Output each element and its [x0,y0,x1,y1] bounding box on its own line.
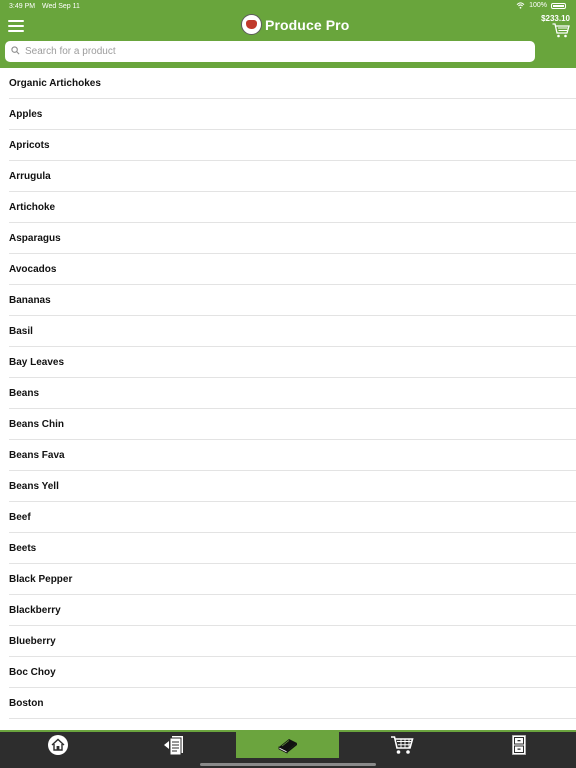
search-input[interactable] [21,41,526,62]
status-bar: 3:49 PM Wed Sep 11 100% [0,0,576,14]
product-list-item[interactable]: Blueberry [9,626,576,657]
hamburger-menu-icon [8,20,24,22]
product-list-item[interactable]: Beans [9,378,576,409]
product-list-item[interactable]: Avocados [9,254,576,285]
cart-total: $233.10 [541,14,570,23]
tab-home[interactable] [0,732,115,758]
menu-button[interactable] [8,18,24,32]
product-list-item[interactable]: Beans Fava [9,440,576,471]
product-list-item[interactable]: Organic Artichokes [9,68,576,99]
status-time: 3:49 PM [9,3,36,10]
product-list-item[interactable]: Beets [9,533,576,564]
status-date: Wed Sep 11 [42,3,80,10]
produce-pro-logo-icon [241,14,262,35]
app-header: 3:49 PM Wed Sep 11 100% Produce Pro $233… [0,0,576,68]
app-title: Produce Pro [265,16,350,33]
product-list-item[interactable]: Beans Chin [9,409,576,440]
home-icon [47,735,68,755]
product-list-item[interactable]: Arrugula [9,161,576,192]
product-list-item[interactable]: Artichoke [9,192,576,223]
logo-basket-shape [246,20,257,29]
tab-bar [0,730,576,768]
product-list-item[interactable]: Apples [9,99,576,130]
tab-orders[interactable] [115,732,233,758]
product-list-item[interactable]: Beef [9,502,576,533]
product-list-item[interactable]: Beans Yell [9,471,576,502]
product-list-item[interactable]: Boc Choy [9,657,576,688]
product-list: Organic Artichokes Apples Apricots Arrugula… [0,68,576,730]
product-list-item[interactable]: Bay Leaves [9,347,576,378]
header-cart-button[interactable] [552,23,570,38]
tab-catalog[interactable] [236,732,339,758]
product-list-item[interactable]: Asparagus [9,223,576,254]
hamburger-menu-icon-line [8,30,24,32]
hamburger-menu-icon-line [8,25,24,27]
product-list-item[interactable]: Black Pepper [9,564,576,595]
product-list-item[interactable]: Boston [9,688,576,719]
tab-more[interactable] [462,732,576,758]
wifi-icon [516,2,525,9]
cart-icon [391,736,414,754]
status-indicators: 100% [516,2,566,9]
catalog-book-icon [278,739,297,754]
cabinet-icon [512,735,526,755]
product-list-item[interactable]: Bananas [9,285,576,316]
cart-icon [552,23,570,38]
home-indicator[interactable] [200,763,376,766]
search-icon [11,46,20,55]
search-bar[interactable] [5,41,535,62]
product-list-item[interactable]: Blackberry [9,595,576,626]
battery-percent: 100% [529,2,547,9]
product-list-item[interactable]: Apricots [9,130,576,161]
order-list-icon [164,736,183,755]
brand: Produce Pro [241,14,349,35]
battery-icon [551,2,566,9]
product-list-item[interactable]: Basil [9,316,576,347]
tab-cart[interactable] [342,732,462,758]
